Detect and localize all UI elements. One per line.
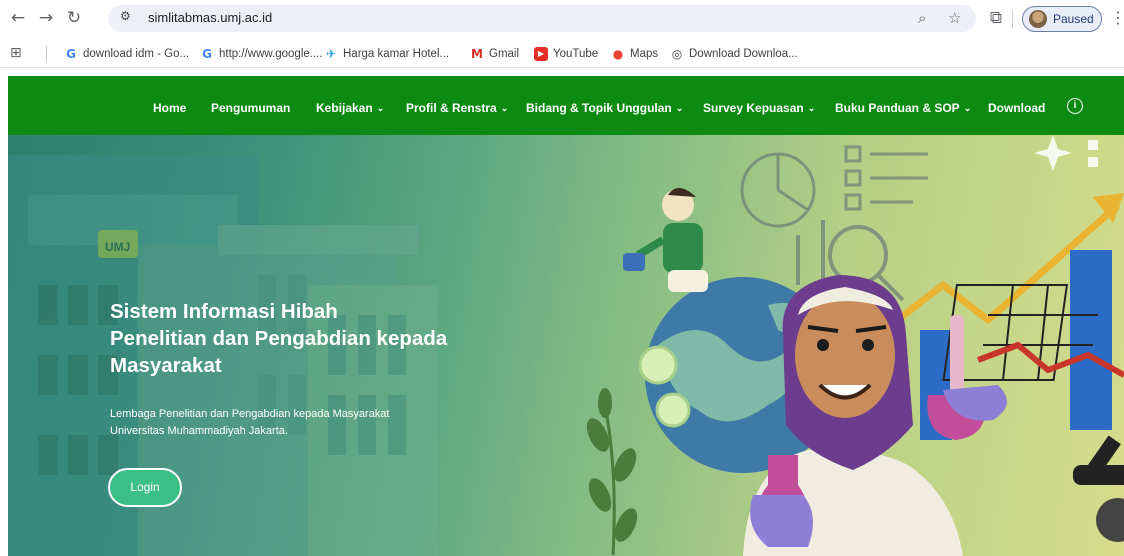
nav-buku-panduan[interactable]: Buku Panduan & SOP ⌄ (835, 101, 971, 115)
hero-title-line: Sistem Informasi Hibah (110, 300, 338, 323)
bookmarks-bar: ⊞ G download idm - Go... G http://www.go… (0, 40, 1124, 68)
hero-banner: UMJ Sistem Informasi Hibah Penelitian da… (8, 135, 1124, 556)
toolbar-divider (1012, 10, 1013, 28)
traveloka-icon: ✈ (325, 47, 337, 61)
nav-label: Buku Panduan & SOP (835, 101, 960, 115)
document-list-icon (844, 145, 928, 211)
bookmark-item[interactable]: ● Maps (611, 46, 658, 62)
nav-profil-renstra[interactable]: Profil & Renstra ⌄ (406, 101, 508, 115)
nav-home[interactable]: Home (153, 101, 186, 115)
url-text[interactable]: simlitabmas.umj.ac.id (148, 10, 272, 25)
nav-download[interactable]: Download (988, 101, 1045, 115)
nav-survey-kepuasan[interactable]: Survey Kepuasan ⌄ (703, 101, 815, 115)
bookmark-item[interactable]: ✈ Harga kamar Hotel... (324, 46, 449, 62)
reload-icon[interactable]: ↻ (64, 8, 84, 28)
chevron-down-icon: ⌄ (807, 103, 816, 113)
apps-grid-icon[interactable]: ⊞ (10, 45, 22, 61)
bookmark-label: download idm - Go... (83, 48, 190, 60)
back-arrow-icon[interactable]: ← (8, 8, 28, 28)
bookmark-item[interactable]: ▶ YouTube (534, 46, 598, 62)
leaf-icon (586, 388, 638, 556)
bookmark-label: http://www.google.... (219, 48, 323, 60)
google-icon: G (66, 47, 76, 61)
nav-label: Download (988, 101, 1046, 115)
hero-title-line: Masyarakat (110, 354, 222, 377)
chevron-down-icon: ⌄ (376, 103, 385, 113)
kebab-menu-icon[interactable]: ⋮ (1110, 8, 1124, 27)
nav-pengumuman[interactable]: Pengumuman (211, 101, 290, 115)
globe-icon: ◎ (671, 47, 683, 61)
profile-button[interactable]: Paused (1022, 6, 1102, 32)
avatar (1029, 10, 1047, 28)
nav-label: Profil & Renstra (406, 101, 497, 115)
nav-label: Home (153, 101, 187, 115)
hero-subtitle-line: Universitas Muhammadiyah Jakarta. (110, 425, 288, 437)
bookmarks-divider (46, 46, 47, 62)
person-watering-icon (623, 187, 708, 292)
bookmark-item[interactable]: G download idm - Go... (64, 46, 189, 62)
nav-label: Survey Kepuasan (703, 101, 804, 115)
info-icon[interactable]: i (1067, 98, 1083, 114)
profile-status: Paused (1053, 12, 1094, 26)
hero-title: Sistem Informasi Hibah Penelitian dan Pe… (110, 298, 530, 379)
pie-chart-icon (740, 152, 816, 228)
nav-label: Pengumuman (211, 101, 291, 115)
chevron-down-icon: ⌄ (500, 103, 509, 113)
puzzle-icon[interactable]: ⧉ (986, 8, 1006, 28)
zoom-icon[interactable]: ⌕ (918, 9, 926, 27)
umj-sign-text: UMJ (105, 240, 130, 254)
address-bar[interactable]: ⚙ simlitabmas.umj.ac.id ⌕ ☆ (108, 5, 976, 32)
bookmark-label: Harga kamar Hotel... (343, 48, 450, 60)
nav-label: Bidang & Topik Unggulan (526, 101, 672, 115)
bookmark-item[interactable]: G http://www.google.... (200, 46, 323, 62)
site-navbar: Home Pengumuman Kebijakan ⌄ Profil & Rens… (8, 76, 1124, 135)
site-settings-icon[interactable]: ⚙ (120, 9, 131, 23)
gmail-icon: M (471, 47, 483, 61)
hero-title-line: Penelitian dan Pengabdian kepada (110, 327, 448, 350)
browser-toolbar: ← → ↻ ⚙ simlitabmas.umj.ac.id ⌕ ☆ ⧉ Paus… (0, 0, 1124, 36)
login-button[interactable]: Login (108, 468, 182, 507)
maps-icon: ● (612, 47, 624, 61)
star-icon[interactable]: ☆ (948, 9, 961, 27)
microscope-icon (1073, 435, 1124, 542)
forward-arrow-icon[interactable]: → (36, 8, 56, 28)
bookmark-label: Download Downloa... (689, 48, 798, 60)
bookmark-label: Gmail (489, 48, 520, 60)
chart-bar (1070, 250, 1112, 430)
bookmark-label: Maps (630, 48, 659, 60)
sparkle-icon (1034, 135, 1098, 171)
hero-subtitle: Lembaga Penelitian dan Pengabdian kepada… (110, 406, 470, 440)
bookmark-item[interactable]: M Gmail (470, 46, 519, 62)
bookmark-label: YouTube (553, 48, 599, 60)
nav-bidang-topik[interactable]: Bidang & Topik Unggulan ⌄ (526, 101, 683, 115)
google-icon: G (202, 47, 212, 61)
chevron-down-icon: ⌄ (675, 103, 684, 113)
nav-label: Kebijakan (316, 101, 373, 115)
youtube-icon: ▶ (534, 47, 548, 61)
hero-subtitle-line: Lembaga Penelitian dan Pengabdian kepada… (110, 408, 390, 420)
nav-kebijakan[interactable]: Kebijakan ⌄ (316, 101, 384, 115)
chevron-down-icon: ⌄ (963, 103, 972, 113)
bookmark-item[interactable]: ◎ Download Downloa... (670, 46, 798, 62)
